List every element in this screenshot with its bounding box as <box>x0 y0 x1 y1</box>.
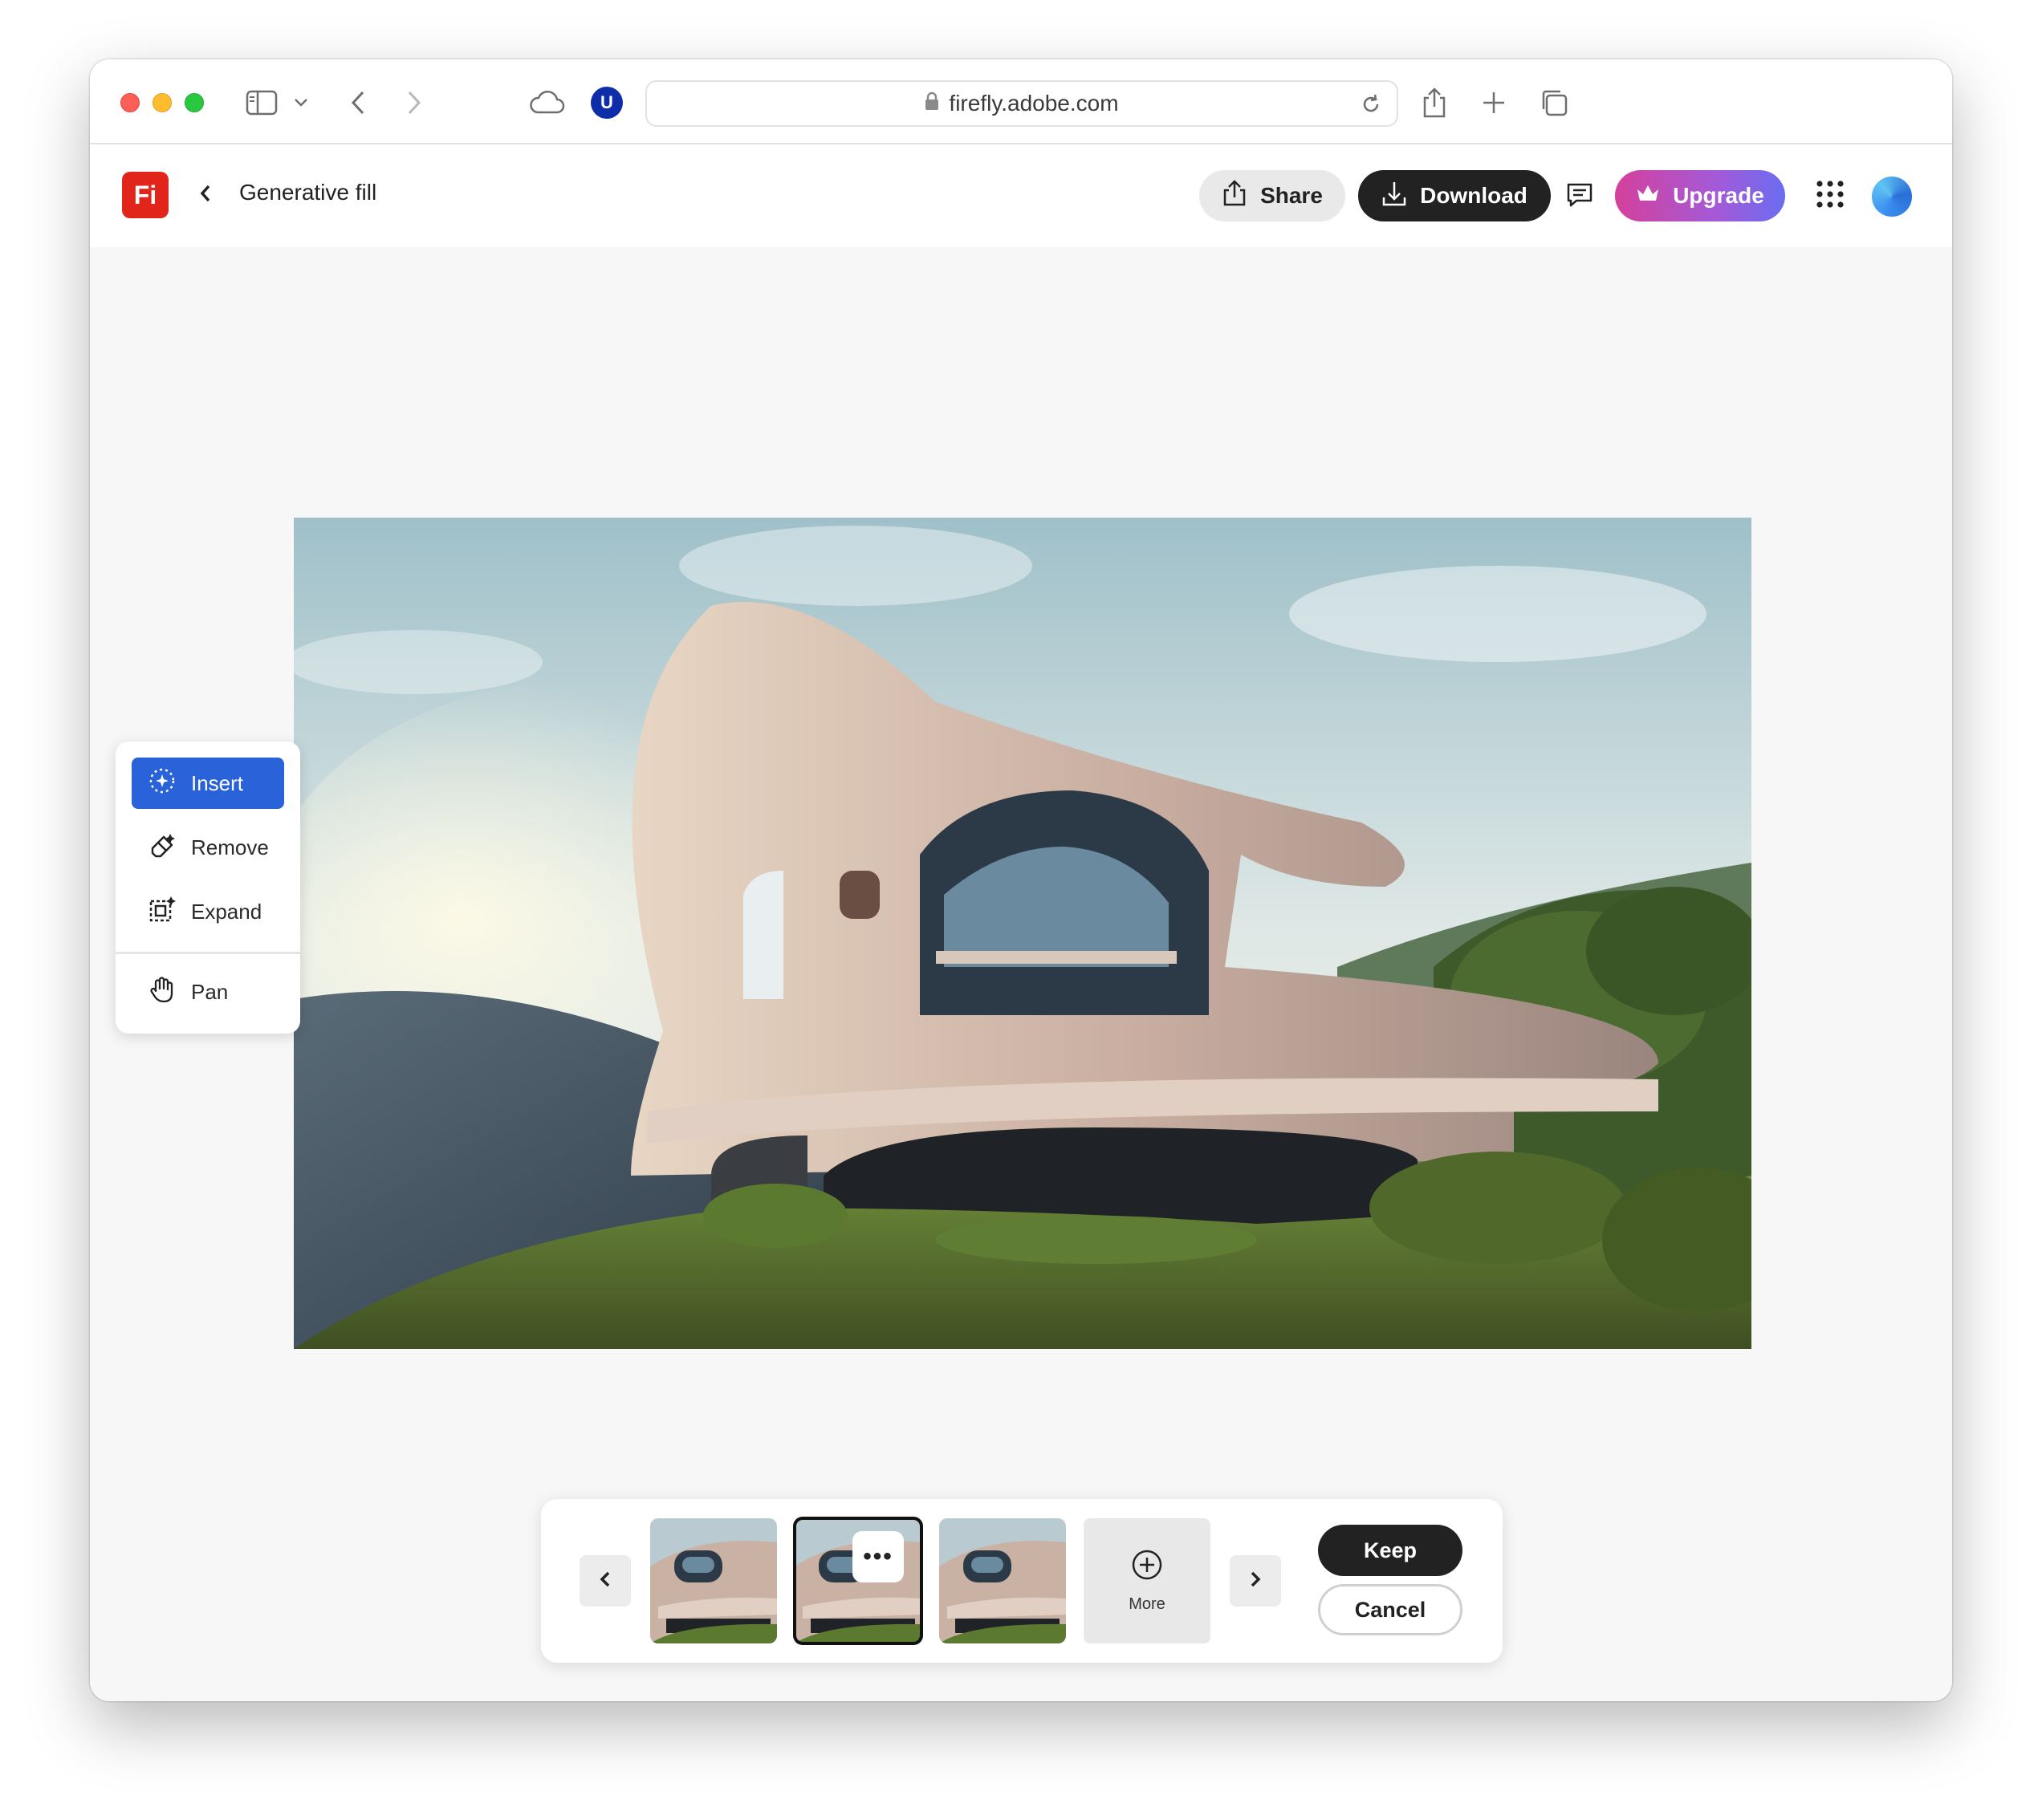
page-title: Generative fill <box>239 180 377 205</box>
firefly-logo[interactable]: Fi <box>122 172 169 218</box>
insert-sparkle-icon <box>148 766 177 801</box>
upgrade-label: Upgrade <box>1673 183 1764 208</box>
sidebar-toggle-icon[interactable] <box>246 80 278 125</box>
tool-expand[interactable]: Expand <box>132 886 284 937</box>
zoom-window-button[interactable] <box>185 93 204 112</box>
generated-image[interactable] <box>294 518 1751 1349</box>
keep-button[interactable]: Keep <box>1318 1525 1462 1576</box>
extension-badge-icon[interactable]: U <box>591 87 623 119</box>
plus-circle-icon <box>1131 1549 1163 1586</box>
download-icon <box>1381 180 1407 213</box>
variation-thumbnail[interactable] <box>650 1518 777 1643</box>
variation-tray: ••• More Keep Cancel <box>541 1499 1503 1663</box>
browser-toolbar: U firefly.adobe.com <box>90 59 1952 144</box>
tool-label: Pan <box>191 979 229 1004</box>
eraser-icon <box>148 831 177 865</box>
download-label: Download <box>1420 183 1527 208</box>
comment-icon[interactable] <box>1565 180 1594 213</box>
address-bar[interactable]: firefly.adobe.com <box>645 80 1398 127</box>
chevron-left-icon <box>599 1570 612 1593</box>
more-options-icon[interactable]: ••• <box>852 1531 904 1582</box>
share-page-icon[interactable] <box>1421 80 1448 125</box>
back-chevron-icon[interactable] <box>197 181 214 209</box>
variation-thumbnail-selected[interactable]: ••• <box>793 1517 923 1645</box>
app-header: Fi Generative fill Share Download Upgrad… <box>90 144 1952 247</box>
tool-label: Remove <box>191 835 269 859</box>
more-label: More <box>1129 1595 1165 1613</box>
next-variation-button[interactable] <box>1230 1555 1281 1607</box>
hand-icon <box>148 975 177 1010</box>
crown-icon <box>1636 183 1660 209</box>
previous-variation-button[interactable] <box>580 1555 631 1607</box>
download-button[interactable]: Download <box>1358 170 1551 221</box>
cancel-button[interactable]: Cancel <box>1318 1584 1462 1635</box>
reload-icon[interactable] <box>1360 93 1382 121</box>
share-button[interactable]: Share <box>1199 170 1345 221</box>
divider <box>116 952 300 954</box>
expand-icon <box>148 895 177 929</box>
chevron-down-icon[interactable] <box>294 80 308 125</box>
upload-icon <box>1222 179 1247 213</box>
tool-insert[interactable]: Insert <box>132 758 284 809</box>
lock-icon <box>925 91 939 116</box>
chevron-right-icon <box>1249 1570 1262 1593</box>
tab-overview-icon[interactable] <box>1540 80 1568 125</box>
app-grid-icon[interactable] <box>1816 180 1845 213</box>
tool-panel: Insert Remove Expand Pan <box>116 741 300 1034</box>
browser-window: U firefly.adobe.com Fi Generative fill S… <box>90 59 1952 1701</box>
url-text: firefly.adobe.com <box>949 91 1119 116</box>
back-arrow-icon[interactable] <box>350 80 366 125</box>
user-avatar[interactable] <box>1872 177 1912 217</box>
share-label: Share <box>1260 183 1323 208</box>
more-variations-button[interactable]: More <box>1084 1518 1210 1643</box>
cloud-icon[interactable] <box>528 80 565 125</box>
tool-remove[interactable]: Remove <box>132 822 284 873</box>
minimize-window-button[interactable] <box>153 93 172 112</box>
variation-thumbnail[interactable] <box>939 1518 1066 1643</box>
tool-pan[interactable]: Pan <box>132 966 284 1018</box>
tool-label: Expand <box>191 899 262 924</box>
close-window-button[interactable] <box>120 93 140 112</box>
upgrade-button[interactable]: Upgrade <box>1615 170 1785 221</box>
tool-label: Insert <box>191 770 244 795</box>
new-tab-icon[interactable] <box>1482 80 1506 125</box>
forward-arrow-icon[interactable] <box>406 80 422 125</box>
